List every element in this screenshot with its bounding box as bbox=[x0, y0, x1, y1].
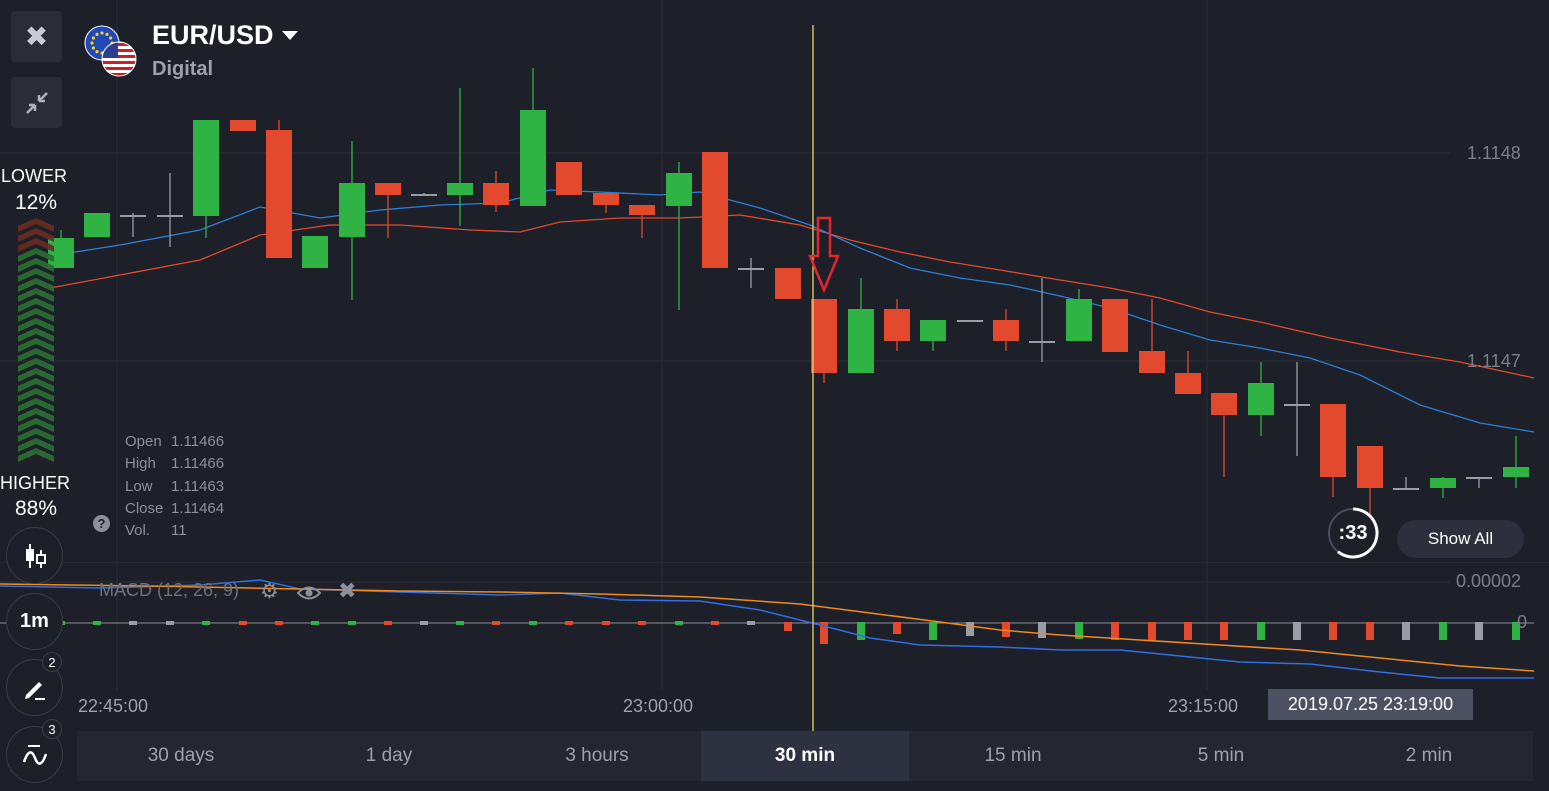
interval-button[interactable]: 1m bbox=[6, 593, 63, 650]
interval-label: 1m bbox=[20, 610, 49, 632]
expiry-countdown: :33 bbox=[1326, 506, 1380, 560]
minimize-icon bbox=[25, 91, 48, 114]
time-tick-3: 23:15:00 bbox=[1168, 696, 1239, 716]
question-icon[interactable]: ? bbox=[93, 515, 110, 532]
sentiment-higher-value: 88% bbox=[14, 497, 58, 520]
sentiment-chevron bbox=[18, 448, 54, 462]
asset-type: Digital bbox=[152, 58, 214, 80]
chevron-down-icon bbox=[281, 31, 298, 40]
wave-icon bbox=[22, 744, 47, 765]
cursor-time-label: 2019.07.25 23:19:00 bbox=[1268, 689, 1473, 720]
open-label: Open bbox=[125, 433, 162, 450]
asset-selector[interactable]: EUR/USD bbox=[152, 20, 298, 51]
vol-value: 11 bbox=[171, 522, 187, 540]
tab-3-hours[interactable]: 3 hours bbox=[493, 731, 701, 781]
macd-axis-top: 0.00002 bbox=[1456, 571, 1522, 591]
drawing-tools-button[interactable]: 2 bbox=[6, 652, 63, 716]
sentiment-lower-value: 12% bbox=[14, 191, 58, 214]
show-all-button[interactable]: Show All bbox=[1397, 520, 1524, 558]
asset-flags bbox=[84, 25, 140, 81]
tab-2-min[interactable]: 2 min bbox=[1325, 731, 1533, 781]
minimize-button[interactable] bbox=[11, 77, 62, 128]
candle-info-panel: Open 1.11466 High 1.11466 Low 1.11463 Close… bbox=[125, 431, 224, 542]
indicators-button[interactable]: 3 bbox=[6, 719, 63, 783]
macd-indicator-label: MACD (12, 26, 9) bbox=[99, 580, 240, 600]
asset-title: EUR/USD bbox=[152, 20, 274, 50]
close-button[interactable]: ✖ bbox=[11, 11, 62, 62]
arrow-down-icon bbox=[808, 216, 840, 294]
x-icon[interactable]: ✖ bbox=[338, 580, 356, 602]
tab-15-min[interactable]: 15 min bbox=[909, 731, 1117, 781]
tab-30-min[interactable]: 30 min bbox=[701, 731, 909, 781]
chart-type-button[interactable] bbox=[6, 527, 63, 584]
eye-icon[interactable] bbox=[297, 585, 321, 601]
low-value: 1.11463 bbox=[171, 477, 225, 495]
sentiment-lower-label: LOWER bbox=[0, 166, 67, 186]
price-label-high: 1.1148 bbox=[1467, 143, 1521, 163]
timeframe-bar: 30 days 1 day 3 hours 30 min 15 min 5 mi… bbox=[77, 731, 1533, 781]
drawings-count-badge: 2 bbox=[42, 652, 62, 672]
close-value: 1.11464 bbox=[171, 499, 225, 517]
close-icon: ✖ bbox=[24, 20, 49, 52]
tab-30-days[interactable]: 30 days bbox=[77, 731, 285, 781]
crosshair bbox=[808, 25, 840, 731]
open-value: 1.11466 bbox=[171, 433, 225, 450]
sentiment-higher-label: HIGHER bbox=[0, 473, 71, 493]
close-label: Close bbox=[125, 499, 164, 517]
low-label: Low bbox=[125, 477, 153, 495]
macd-axis-zero: 0 bbox=[1517, 612, 1528, 632]
high-value: 1.11466 bbox=[171, 455, 225, 473]
tab-1-day[interactable]: 1 day bbox=[285, 731, 493, 781]
price-label-low: 1.1147 bbox=[1467, 351, 1521, 371]
candles-icon bbox=[25, 543, 46, 568]
tab-5-min[interactable]: 5 min bbox=[1117, 731, 1325, 781]
sentiment-meter bbox=[18, 218, 54, 462]
time-tick-2: 23:00:00 bbox=[623, 696, 694, 716]
vol-label: Vol. bbox=[125, 522, 151, 540]
indicators-count-badge: 3 bbox=[42, 719, 62, 739]
gear-icon[interactable]: ⚙ bbox=[260, 581, 279, 602]
us-flag-icon bbox=[101, 41, 137, 77]
pencil-icon bbox=[24, 681, 45, 700]
high-label: High bbox=[125, 455, 156, 473]
time-tick-1: 22:45:00 bbox=[78, 696, 149, 716]
